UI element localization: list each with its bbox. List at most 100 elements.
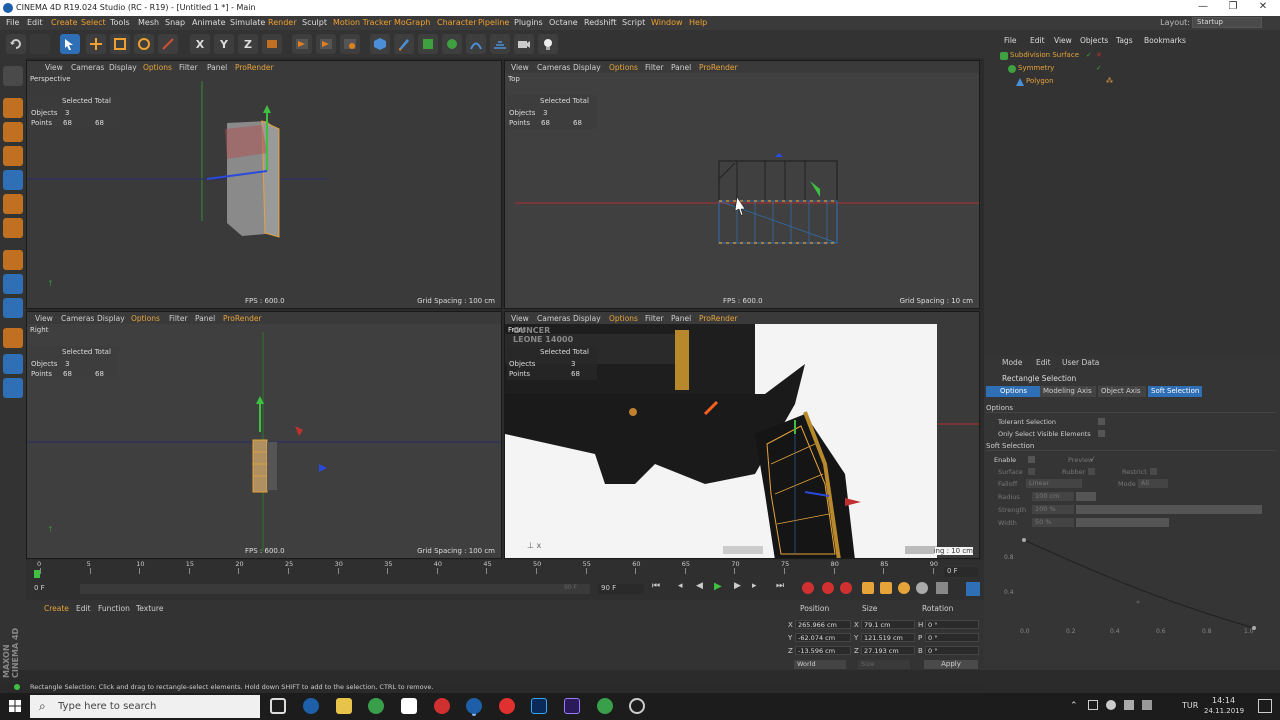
visibility-check-icon[interactable]: ✓ — [1086, 51, 1092, 59]
menu-mesh[interactable]: Mesh — [138, 18, 159, 27]
size-y-field[interactable]: 121.519 cm — [861, 633, 915, 642]
surface-checkbox[interactable] — [1028, 468, 1035, 475]
next-frame-icon[interactable]: ▶ — [734, 581, 750, 597]
mat-menu-function[interactable]: Function — [98, 604, 130, 613]
points-mode-icon[interactable] — [3, 170, 23, 190]
menu-script[interactable]: Script — [622, 18, 645, 27]
object-row-polygon[interactable]: Polygon ⁂ — [990, 76, 1260, 88]
vp-menu-view[interactable]: View — [511, 314, 529, 323]
menu-animate[interactable]: Animate — [192, 18, 226, 27]
tab-modeling-axis[interactable]: Modeling Axis — [1040, 386, 1096, 397]
menu-simulate[interactable]: Simulate — [230, 18, 265, 27]
network-icon[interactable] — [1088, 700, 1098, 710]
menu-window[interactable]: Window — [651, 18, 683, 27]
om-menu-objects[interactable]: Objects — [1080, 36, 1108, 45]
mat-menu-texture[interactable]: Texture — [136, 604, 163, 613]
vp-menu-options[interactable]: Options — [609, 314, 638, 323]
attr-menu-mode[interactable]: Mode — [1002, 358, 1022, 367]
vp-menu-display[interactable]: Display — [573, 314, 601, 323]
tray-chevron-icon[interactable]: ⌃ — [1070, 701, 1078, 711]
menu-plugins[interactable]: Plugins — [514, 18, 543, 27]
play-icon[interactable]: ▶ — [714, 581, 730, 597]
attr-menu-edit[interactable]: Edit — [1036, 358, 1051, 367]
clock-time[interactable]: 14:14 — [1212, 696, 1235, 705]
menu-help[interactable]: Help — [689, 18, 707, 27]
width-field[interactable]: 50 % — [1032, 518, 1074, 527]
viewport-perspective[interactable]: View Cameras Display Options Filter Pane… — [26, 60, 502, 309]
cinema4d-taskbar-icon[interactable] — [466, 698, 482, 714]
array-icon[interactable] — [442, 34, 462, 54]
menu-file[interactable]: File — [6, 18, 19, 27]
task-view-icon[interactable] — [270, 698, 286, 714]
deformer-icon[interactable] — [466, 34, 486, 54]
om-menu-tags[interactable]: Tags — [1116, 36, 1133, 45]
edit-render-settings-icon[interactable] — [340, 34, 360, 54]
menu-character[interactable]: Character — [437, 18, 477, 27]
menu-redshift[interactable]: Redshift — [584, 18, 616, 27]
coordinate-mode-select[interactable]: World — [794, 660, 846, 669]
coordinate-system-icon[interactable] — [262, 34, 282, 54]
apply-button[interactable]: Apply — [924, 660, 978, 669]
menu-select[interactable]: Select — [81, 18, 106, 27]
timeline-playhead[interactable] — [34, 570, 40, 578]
edges-mode-icon[interactable] — [3, 194, 23, 214]
battery-icon[interactable] — [1124, 700, 1134, 710]
render-toggle-icon[interactable]: ✕ — [1096, 51, 1102, 59]
tab-soft-selection[interactable]: Soft Selection — [1148, 386, 1202, 397]
vp-menu-panel[interactable]: Panel — [671, 314, 691, 323]
width-slider[interactable] — [1076, 518, 1169, 527]
photoshop-icon[interactable] — [531, 698, 547, 714]
vp-menu-cameras[interactable]: Cameras — [537, 314, 570, 323]
menu-tools[interactable]: Tools — [110, 18, 130, 27]
om-menu-file[interactable]: File — [1004, 36, 1017, 45]
camera-icon[interactable] — [514, 34, 534, 54]
cube-icon[interactable] — [370, 34, 390, 54]
rot-b-field[interactable]: 0 ° — [925, 646, 979, 655]
menu-motion-tracker[interactable]: Motion Tracker — [333, 18, 392, 27]
timeline-ruler[interactable]: 0 5 10 15 20 25 30 35 40 45 50 55 60 65 70 75 80 85 90 — [34, 560, 938, 574]
viewport-top[interactable]: View Cameras Display Options Filter Pane… — [504, 60, 980, 309]
autokeying-icon[interactable] — [822, 582, 834, 594]
strength-field[interactable]: 100 % — [1032, 505, 1074, 514]
x-axis-icon[interactable]: X — [190, 34, 210, 54]
undo-icon[interactable] — [6, 34, 26, 54]
taskbar-search-box[interactable]: ⌕ Type here to search — [30, 695, 260, 718]
scale-icon[interactable] — [110, 34, 130, 54]
rot-h-field[interactable]: 0 ° — [925, 620, 979, 629]
vp-menu-filter[interactable]: Filter — [645, 314, 664, 323]
pos-x-field[interactable]: 265.966 cm — [795, 620, 851, 629]
size-x-field[interactable]: 79.1 cm — [861, 620, 915, 629]
falloff-select[interactable]: Linear — [1026, 479, 1082, 488]
frame-range-slider[interactable] — [80, 584, 590, 594]
previous-frame-icon[interactable]: ◀ — [696, 581, 712, 597]
rotate-icon[interactable] — [134, 34, 154, 54]
file-explorer-icon[interactable] — [336, 698, 352, 714]
size-mode-select[interactable]: Size — [858, 660, 910, 669]
only-visible-checkbox[interactable] — [1098, 430, 1105, 437]
mode-select[interactable]: All — [1138, 479, 1168, 488]
recent-tools-icon[interactable] — [158, 34, 178, 54]
tab-options[interactable]: Options — [986, 386, 1040, 397]
rubber-checkbox[interactable] — [1088, 468, 1095, 475]
snap-icon[interactable] — [3, 298, 23, 318]
redo-icon[interactable] — [30, 34, 50, 54]
position-key-icon[interactable] — [862, 582, 874, 594]
end-frame-field[interactable]: 90 F — [598, 584, 644, 594]
workplane-lock-icon[interactable] — [3, 328, 23, 348]
close-icon[interactable]: ✕ — [1248, 1, 1278, 15]
parameter-key-icon[interactable] — [916, 582, 928, 594]
visibility-check-icon[interactable]: ✓ — [1096, 64, 1102, 72]
next-keyframe-icon[interactable]: ▸ — [752, 581, 768, 597]
menu-octane[interactable]: Octane — [549, 18, 578, 27]
record-keys-icon[interactable] — [802, 582, 814, 594]
object-row-subdivision[interactable]: Subdivision Surface ✓ ✕ — [990, 50, 1260, 62]
language-indicator[interactable]: TUR — [1182, 701, 1198, 710]
viewport-right[interactable]: View Cameras Display Options Filter Pane… — [26, 311, 502, 559]
grid-icon[interactable] — [3, 354, 23, 374]
tag-icon[interactable]: ⁂ — [1106, 77, 1113, 85]
rot-p-field[interactable]: 0 ° — [925, 633, 979, 642]
chrome-icon[interactable] — [368, 698, 384, 714]
make-editable-icon[interactable] — [3, 66, 23, 86]
menu-pipeline[interactable]: Pipeline — [478, 18, 509, 27]
pen-icon[interactable] — [394, 34, 414, 54]
